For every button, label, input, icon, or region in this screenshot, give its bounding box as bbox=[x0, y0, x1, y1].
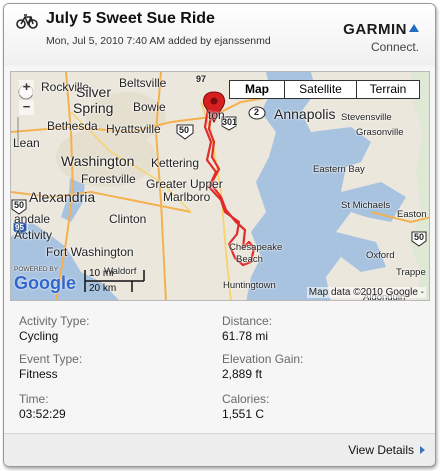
view-details-link[interactable]: View Details bbox=[348, 443, 425, 457]
route-shield-label: 50 bbox=[179, 125, 190, 135]
garmin-brand-text: GARMIN bbox=[343, 21, 407, 38]
map-label: Alexandria bbox=[29, 189, 96, 205]
map-label: Silver bbox=[76, 84, 112, 100]
event-type-label: Event Type: bbox=[19, 352, 83, 366]
activity-type-label: Activity Type: bbox=[19, 314, 90, 328]
scale-miles: 10 mi bbox=[89, 268, 114, 279]
route-shield-label: 2 bbox=[254, 107, 260, 117]
activity-widget: July 5 Sweet Sue Ride Mon, Jul 5, 2010 7… bbox=[3, 3, 436, 467]
map-label: Clinton bbox=[109, 212, 147, 226]
map-label: Washington bbox=[61, 153, 135, 169]
route-shield-label: 95 bbox=[15, 223, 24, 232]
chevron-right-icon bbox=[420, 446, 425, 454]
elevation-gain-value: 2,889 ft bbox=[222, 367, 263, 381]
map-label: Grasonville bbox=[356, 127, 404, 138]
map-label: Marlboro bbox=[163, 190, 211, 204]
time-value: 03:52:29 bbox=[19, 407, 66, 421]
garmin-triangle-icon bbox=[409, 24, 419, 32]
zoom-control: + − bbox=[19, 80, 34, 132]
map-label: Beach bbox=[236, 254, 263, 265]
route-map[interactable]: + − Map Satellite Terrain Rockville Silv… bbox=[10, 71, 430, 301]
google-wordmark: Google bbox=[14, 273, 76, 293]
event-type-value: Fitness bbox=[19, 367, 58, 381]
map-label: Oxford bbox=[366, 250, 395, 261]
route-shield-label: 50 bbox=[414, 232, 425, 242]
google-logo[interactable]: POWERED BY Google bbox=[14, 266, 76, 294]
map-label: Bowie bbox=[133, 100, 166, 114]
map-type-terrain[interactable]: Terrain bbox=[356, 80, 420, 99]
map-label: Huntingtown bbox=[223, 280, 276, 291]
elevation-gain-label: Elevation Gain: bbox=[222, 352, 304, 366]
map-label: Fort Washington bbox=[46, 245, 134, 259]
map-scale: 10 mi 20 km bbox=[84, 266, 160, 296]
activity-subtitle: Mon, Jul 5, 2010 7:40 AM added by ejanss… bbox=[46, 35, 271, 47]
garmin-connect-logo[interactable]: GARMIN Connect. bbox=[343, 21, 419, 54]
map-label: Forestville bbox=[81, 172, 136, 186]
garmin-wordmark: GARMIN bbox=[343, 21, 419, 38]
map-label: Chesapeake bbox=[229, 242, 283, 253]
powered-by-text: POWERED BY bbox=[14, 266, 59, 273]
connect-wordmark: Connect. bbox=[370, 40, 419, 54]
map-label: Eastern Bay bbox=[313, 164, 365, 175]
map-label: Spring bbox=[73, 100, 114, 116]
map-label: Greater Upper bbox=[146, 177, 223, 191]
distance-value: 61.78 mi bbox=[222, 329, 269, 343]
route-shield-label: 301 bbox=[222, 117, 238, 127]
route-shield-label: 97 bbox=[196, 74, 207, 84]
map-label: St Michaels bbox=[341, 200, 391, 211]
map-label: Annapolis bbox=[274, 106, 336, 122]
map-label: Stevensville bbox=[341, 112, 392, 123]
map-attribution[interactable]: Map data ©2010 Google - bbox=[306, 287, 426, 298]
map-label: Beltsville bbox=[119, 76, 167, 90]
activity-type-value: Cycling bbox=[19, 329, 59, 343]
widget-header: July 5 Sweet Sue Ride Mon, Jul 5, 2010 7… bbox=[4, 4, 435, 66]
map-label: Kettering bbox=[151, 156, 200, 170]
map-type-satellite[interactable]: Satellite bbox=[284, 80, 357, 99]
map-label: Trappe bbox=[396, 267, 426, 278]
activity-title[interactable]: July 5 Sweet Sue Ride bbox=[46, 10, 215, 28]
map-label: Hyattsville bbox=[106, 122, 161, 136]
time-label: Time: bbox=[19, 392, 49, 406]
widget-footer: View Details bbox=[4, 433, 435, 466]
view-details-label: View Details bbox=[348, 443, 414, 457]
calories-label: Calories: bbox=[222, 392, 270, 406]
bicycle-icon bbox=[16, 14, 38, 29]
route-shield-label: 50 bbox=[14, 200, 25, 210]
map-label: Lean bbox=[13, 136, 40, 150]
map-label: Easton bbox=[397, 209, 427, 220]
distance-label: Distance: bbox=[222, 314, 273, 328]
calories-value: 1,551 C bbox=[222, 407, 265, 421]
scale-km: 20 km bbox=[89, 283, 117, 294]
map-type-map[interactable]: Map bbox=[229, 80, 285, 99]
map-label: Bethesda bbox=[47, 119, 98, 133]
zoom-in-button[interactable]: + bbox=[19, 80, 34, 95]
zoom-out-button[interactable]: − bbox=[19, 100, 34, 115]
